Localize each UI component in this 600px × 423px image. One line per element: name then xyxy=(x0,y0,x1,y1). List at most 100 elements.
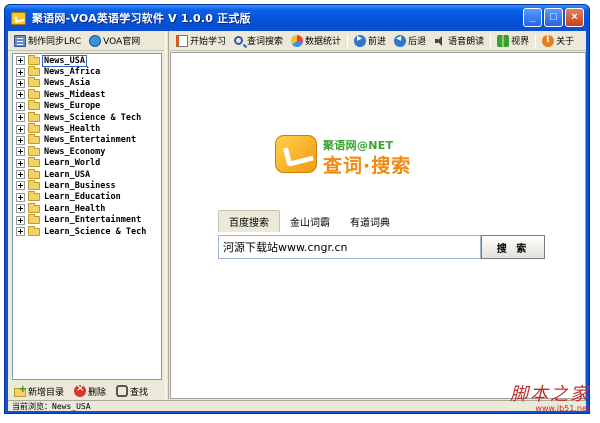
title-bar[interactable]: 聚语网-VOA英语学习软件 V 1.0.0 正式版 _ □ × xyxy=(5,5,589,31)
client-area: 制作同步LRC VOA官网 News_USA News_Africa News_As… xyxy=(8,31,586,411)
folder-icon xyxy=(28,54,40,65)
expand-icon[interactable] xyxy=(16,67,25,77)
status-bar: 当前浏览：News_USA xyxy=(8,400,586,411)
tree-actions: 新增目录 删除 查找 xyxy=(12,383,164,399)
tree-item[interactable]: News_Health xyxy=(13,123,161,134)
expand-icon[interactable] xyxy=(16,227,25,237)
make-lrc-label: 制作同步LRC xyxy=(28,37,82,47)
forward-icon xyxy=(354,33,367,47)
tree-item[interactable]: News_USA xyxy=(13,54,161,67)
folder-icon xyxy=(28,66,40,77)
delete-button[interactable]: 删除 xyxy=(72,382,108,400)
expand-icon[interactable] xyxy=(16,192,25,202)
back-icon xyxy=(394,33,407,47)
close-button[interactable]: × xyxy=(565,8,584,27)
expand-icon[interactable] xyxy=(16,101,25,111)
category-tree[interactable]: News_USA News_Africa News_Asia News_Mideast… xyxy=(12,53,162,380)
back-button[interactable]: 后退 xyxy=(392,32,428,50)
tree-item[interactable]: Learn_Business xyxy=(13,179,161,191)
tree-item-label: Learn_USA xyxy=(44,169,91,180)
tree-item-label: News_Europe xyxy=(44,101,101,112)
expand-icon[interactable] xyxy=(16,113,25,123)
tree-item-label: Learn_Health xyxy=(44,203,106,214)
folder-icon xyxy=(28,157,40,168)
expand-icon[interactable] xyxy=(16,158,25,168)
book-icon xyxy=(176,34,188,47)
folder-icon xyxy=(28,202,40,213)
tree-item-label: Learn_Education xyxy=(44,192,121,203)
view-button[interactable]: 视界 xyxy=(495,32,531,50)
tree-item[interactable]: News_Entertainment xyxy=(13,134,161,146)
voa-site-button[interactable]: VOA官网 xyxy=(87,32,142,50)
tab-iciba[interactable]: 金山词霸 xyxy=(280,210,340,232)
tree-item[interactable]: Learn_Education xyxy=(13,191,161,203)
find-button[interactable]: 查找 xyxy=(114,382,150,400)
new-folder-icon xyxy=(14,384,27,397)
tree-item[interactable]: News_Europe xyxy=(13,100,161,112)
logo-mark-icon xyxy=(275,135,317,173)
about-icon xyxy=(542,34,555,47)
tree-item-label: News_USA xyxy=(42,54,87,67)
find-label: 查找 xyxy=(130,387,149,398)
stats-icon xyxy=(291,34,304,47)
read-aloud-button[interactable]: 语音朗读 xyxy=(432,32,486,50)
search-input[interactable] xyxy=(218,235,481,259)
new-folder-button[interactable]: 新增目录 xyxy=(12,382,66,400)
forward-button[interactable]: 前进 xyxy=(352,32,388,50)
tree-item[interactable]: News_Science & Tech xyxy=(13,111,161,123)
search-button[interactable]: 搜 索 xyxy=(481,235,545,259)
tab-youdao[interactable]: 有道词典 xyxy=(340,210,400,232)
search-panel: 聚语网@NET 查词·搜索 百度搜索 金山词霸 有道词典 搜 索 xyxy=(170,52,586,399)
pane-splitter[interactable] xyxy=(165,31,169,399)
expand-icon[interactable] xyxy=(16,90,25,100)
expand-icon[interactable] xyxy=(16,135,25,145)
expand-icon[interactable] xyxy=(16,204,25,214)
tree-item[interactable]: News_Mideast xyxy=(13,88,161,100)
expand-icon[interactable] xyxy=(16,170,25,180)
folder-icon xyxy=(28,134,40,145)
tree-item-label: News_Health xyxy=(44,124,101,135)
expand-icon[interactable] xyxy=(16,181,25,191)
start-learning-label: 开始学习 xyxy=(190,37,227,47)
expand-icon[interactable] xyxy=(16,147,25,157)
tree-item[interactable]: Learn_Health xyxy=(13,202,161,214)
tree-item[interactable]: Learn_USA xyxy=(13,168,161,180)
app-logo-icon xyxy=(11,11,26,25)
tree-item-label: News_Asia xyxy=(44,78,91,89)
maximize-button[interactable]: □ xyxy=(544,8,563,27)
tree-item[interactable]: Learn_World xyxy=(13,157,161,169)
expand-icon[interactable] xyxy=(16,78,25,88)
minimize-button[interactable]: _ xyxy=(523,8,542,27)
statistics-label: 数据统计 xyxy=(305,37,342,47)
tree-item[interactable]: News_Asia xyxy=(13,77,161,89)
make-lrc-button[interactable]: 制作同步LRC xyxy=(12,32,83,50)
expand-icon[interactable] xyxy=(16,56,25,66)
main-toolbar: 开始学习 查词搜索 数据统计 前进 后退 语音朗读 xyxy=(170,31,586,51)
expand-icon[interactable] xyxy=(16,124,25,134)
about-button[interactable]: 关于 xyxy=(540,32,576,50)
start-learning-button[interactable]: 开始学习 xyxy=(174,32,228,50)
read-aloud-label: 语音朗读 xyxy=(448,37,485,47)
status-current-browse: 当前浏览：News_USA xyxy=(12,401,91,411)
word-search-button[interactable]: 查词搜索 xyxy=(232,32,285,50)
tree-item[interactable]: Learn_Science & Tech xyxy=(13,225,161,237)
tree-item[interactable]: Learn_Entertainment xyxy=(13,214,161,225)
lrc-icon xyxy=(14,34,26,47)
folder-icon xyxy=(28,88,40,99)
voa-site-label: VOA官网 xyxy=(103,37,141,47)
folder-icon xyxy=(28,214,40,225)
statistics-button[interactable]: 数据统计 xyxy=(289,32,343,50)
back-label: 后退 xyxy=(408,37,427,47)
speaker-icon xyxy=(434,35,446,47)
delete-icon xyxy=(74,383,87,397)
toolbar-separator xyxy=(347,33,349,48)
expand-icon[interactable] xyxy=(16,215,25,225)
app-window: 聚语网-VOA英语学习软件 V 1.0.0 正式版 _ □ × 制作同步LRC … xyxy=(4,4,590,414)
new-folder-label: 新增目录 xyxy=(28,387,65,398)
tree-item[interactable]: News_Africa xyxy=(13,66,161,77)
window-controls: _ □ × xyxy=(523,8,584,27)
tab-baidu[interactable]: 百度搜索 xyxy=(218,210,280,232)
folder-icon xyxy=(28,225,40,236)
find-icon xyxy=(116,385,129,397)
tree-item[interactable]: News_Economy xyxy=(13,145,161,157)
